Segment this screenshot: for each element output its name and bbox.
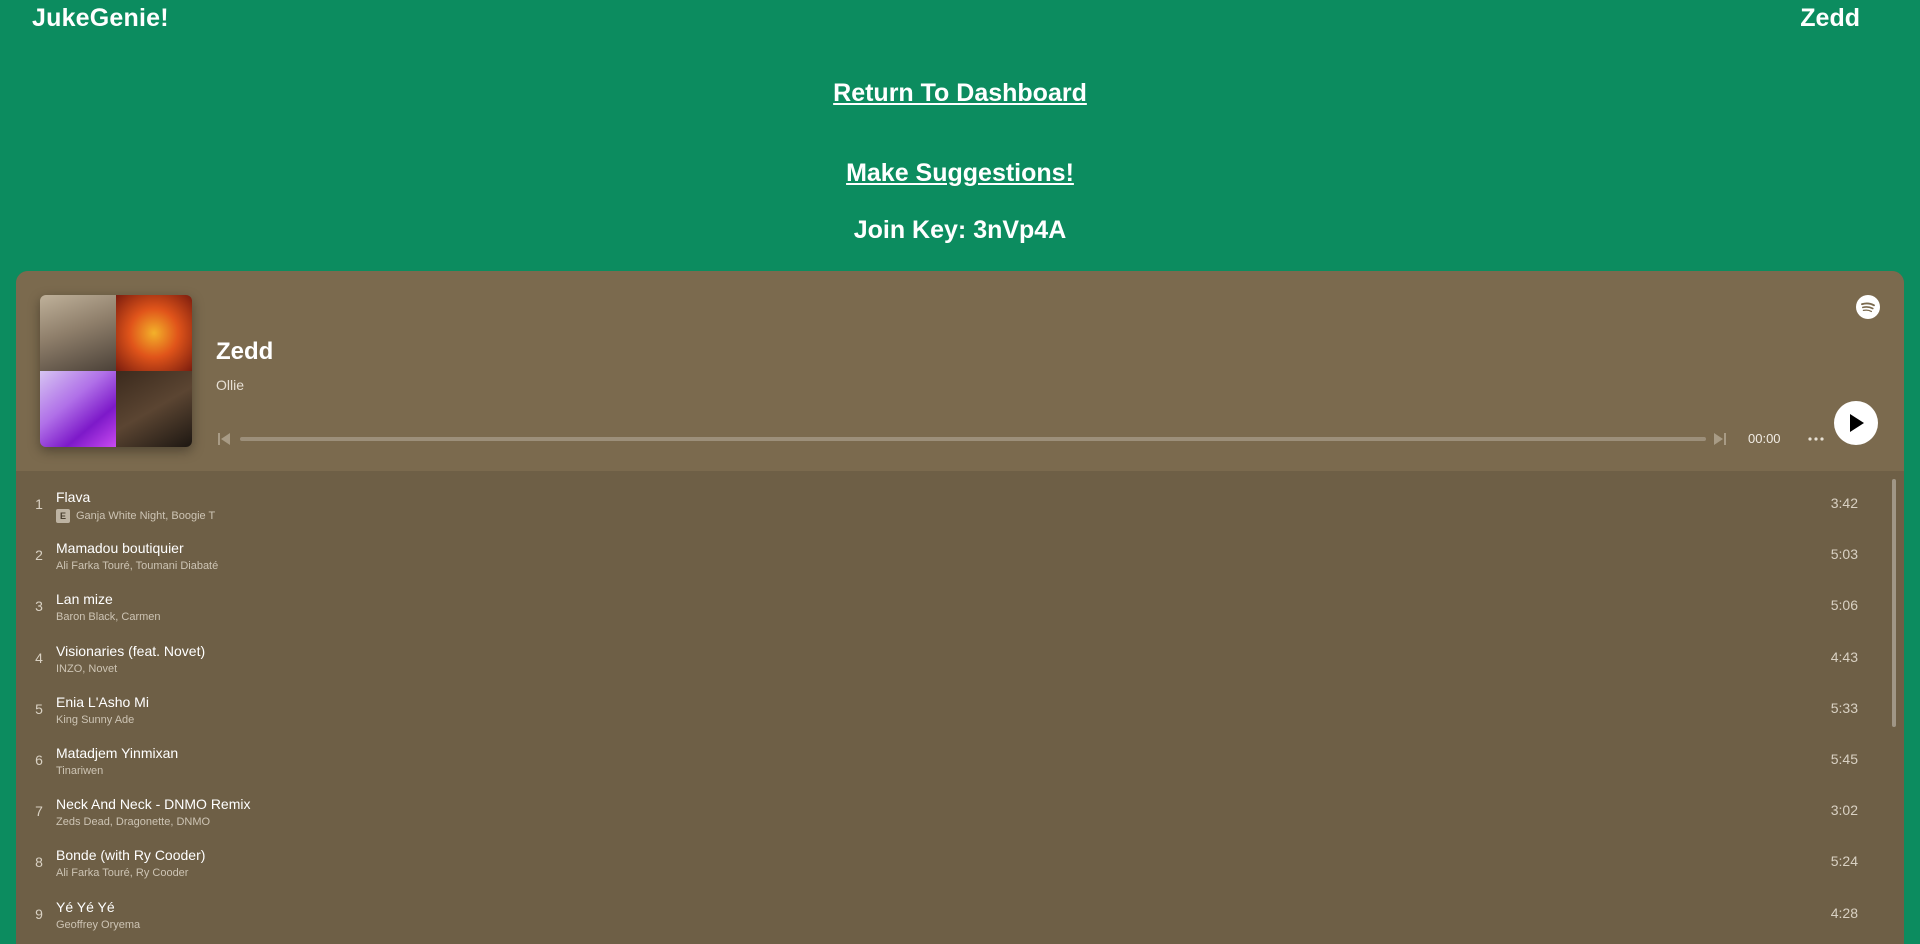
track-number: 3 [35, 598, 43, 615]
track-artists-text: Ali Farka Touré, Ry Cooder [56, 867, 189, 880]
track-title: Lan mize [56, 591, 113, 608]
track-artists-text: Geoffrey Oryema [56, 918, 141, 931]
track-artists: Ali Farka Touré, Ry Cooder [56, 867, 188, 879]
track-title: Neck And Neck - DNMO Remix [56, 796, 251, 813]
track-duration: 5:45 [1830, 751, 1858, 767]
player-header: Zedd Ollie 00:00 [16, 271, 1904, 471]
track-artists: Tinariwen [56, 765, 103, 777]
track-duration: 5:33 [1830, 699, 1858, 716]
track-artists-text: King Sunny Ade [56, 713, 135, 726]
cover-tile [40, 295, 116, 371]
track-number: 8 [35, 854, 43, 871]
track-artists: INZO, Novet [56, 663, 117, 675]
track-duration: 3:02 [1830, 802, 1858, 819]
track-artists: E Ganja White Night, Boogie T [56, 509, 215, 523]
track-artists-text: INZO, Novet [56, 662, 118, 675]
track-title: Yé Yé Yé [56, 898, 115, 915]
track-artists-text: Ganja White Night, Boogie T [76, 510, 216, 522]
track-artists: Zeds Dead, Dragonette, DNMO [56, 816, 210, 828]
track-row[interactable]: 1 Flava E Ganja White Night, Boogie T 3:42 [16, 479, 1904, 530]
track-number: 6 [35, 752, 43, 768]
track-number: 5 [35, 700, 43, 717]
track-row[interactable]: 8 Bonde (with Ry Cooder) Ali Farka Touré, … [16, 837, 1904, 888]
spotify-embed-player: Zedd Ollie 00:00 1 Flava E Ganja White N… [16, 271, 1904, 944]
track-duration: 5:24 [1830, 853, 1858, 870]
track-row[interactable]: 7 Neck And Neck - DNMO Remix Zeds Dead, Dr… [16, 786, 1904, 837]
track-row[interactable]: 9 Yé Yé Yé Geoffrey Oryema 4:28 [16, 889, 1904, 940]
track-number: 2 [35, 547, 43, 564]
make-suggestions-link[interactable]: Make Suggestions! [846, 159, 1074, 187]
play-icon [1850, 414, 1864, 432]
cover-tile [116, 371, 192, 447]
track-number: 9 [35, 905, 43, 922]
track-artists-text: Tinariwen [56, 765, 104, 777]
track-artists-text: Ali Farka Touré, Toumani Diabaté [56, 560, 219, 573]
track-artists: King Sunny Ade [56, 714, 134, 726]
track-number: 7 [35, 803, 43, 820]
spotify-icon[interactable] [1856, 295, 1880, 319]
track-row[interactable]: 2 Mamadou boutiquier Ali Farka Touré, Toum… [16, 530, 1904, 581]
track-title: Flava [56, 489, 91, 505]
skip-previous-icon[interactable] [216, 431, 232, 447]
track-artists: Ali Farka Touré, Toumani Diabaté [56, 560, 218, 572]
skip-next-icon[interactable] [1712, 431, 1728, 447]
track-artists-text: Baron Black, Carmen [56, 611, 161, 624]
track-title: Enia L'Asho Mi [56, 693, 149, 710]
user-name: Zedd [1800, 4, 1860, 32]
playlist-cover-art [40, 295, 192, 447]
track-number: 1 [35, 496, 43, 512]
track-artists: Baron Black, Carmen [56, 611, 161, 623]
playlist-owner[interactable]: Ollie [216, 377, 244, 393]
explicit-badge: E [56, 509, 70, 523]
track-title: Bonde (with Ry Cooder) [56, 847, 206, 864]
track-duration: 5:03 [1830, 546, 1858, 563]
progress-bar[interactable] [240, 437, 1706, 441]
scrollbar[interactable] [1892, 479, 1896, 727]
track-title: Matadjem Yinmixan [56, 745, 179, 761]
track-duration: 4:28 [1830, 904, 1858, 921]
track-duration: 3:42 [1830, 495, 1858, 511]
track-row[interactable]: 4 Visionaries (feat. Novet) INZO, Novet 4:4… [16, 633, 1904, 684]
cover-tile [40, 371, 116, 447]
join-key: Join Key: 3nVp4A [853, 216, 1067, 244]
app-brand: JukeGenie! [32, 4, 169, 32]
cover-tile [116, 295, 192, 371]
dashboard-link-container: Return To Dashboard [0, 79, 1920, 108]
track-title: Mamadou boutiquier [56, 540, 184, 557]
track-artists-text: Zeds Dead, Dragonette, DNMO [56, 816, 211, 829]
track-title: Visionaries (feat. Novet) [56, 642, 206, 659]
return-to-dashboard-link[interactable]: Return To Dashboard [833, 79, 1087, 107]
track-number: 4 [35, 649, 43, 666]
track-row[interactable]: 6 Matadjem Yinmixan Tinariwen 5:45 [16, 735, 1904, 786]
playlist-title[interactable]: Zedd [216, 338, 273, 366]
track-row[interactable]: 5 Enia L'Asho Mi King Sunny Ade 5:33 [16, 684, 1904, 735]
track-row[interactable]: 3 Lan mize Baron Black, Carmen 5:06 [16, 581, 1904, 632]
track-list: 1 Flava E Ganja White Night, Boogie T 3:42 2 M… [16, 471, 1904, 944]
track-artists: Geoffrey Oryema [56, 919, 140, 931]
track-duration: 5:06 [1830, 597, 1858, 614]
suggestions-link-container: Make Suggestions! [0, 159, 1920, 188]
track-duration: 4:43 [1830, 648, 1858, 665]
more-options-icon[interactable] [1806, 431, 1826, 447]
time-readout: 00:00 [1748, 431, 1781, 446]
play-button[interactable] [1834, 401, 1878, 445]
